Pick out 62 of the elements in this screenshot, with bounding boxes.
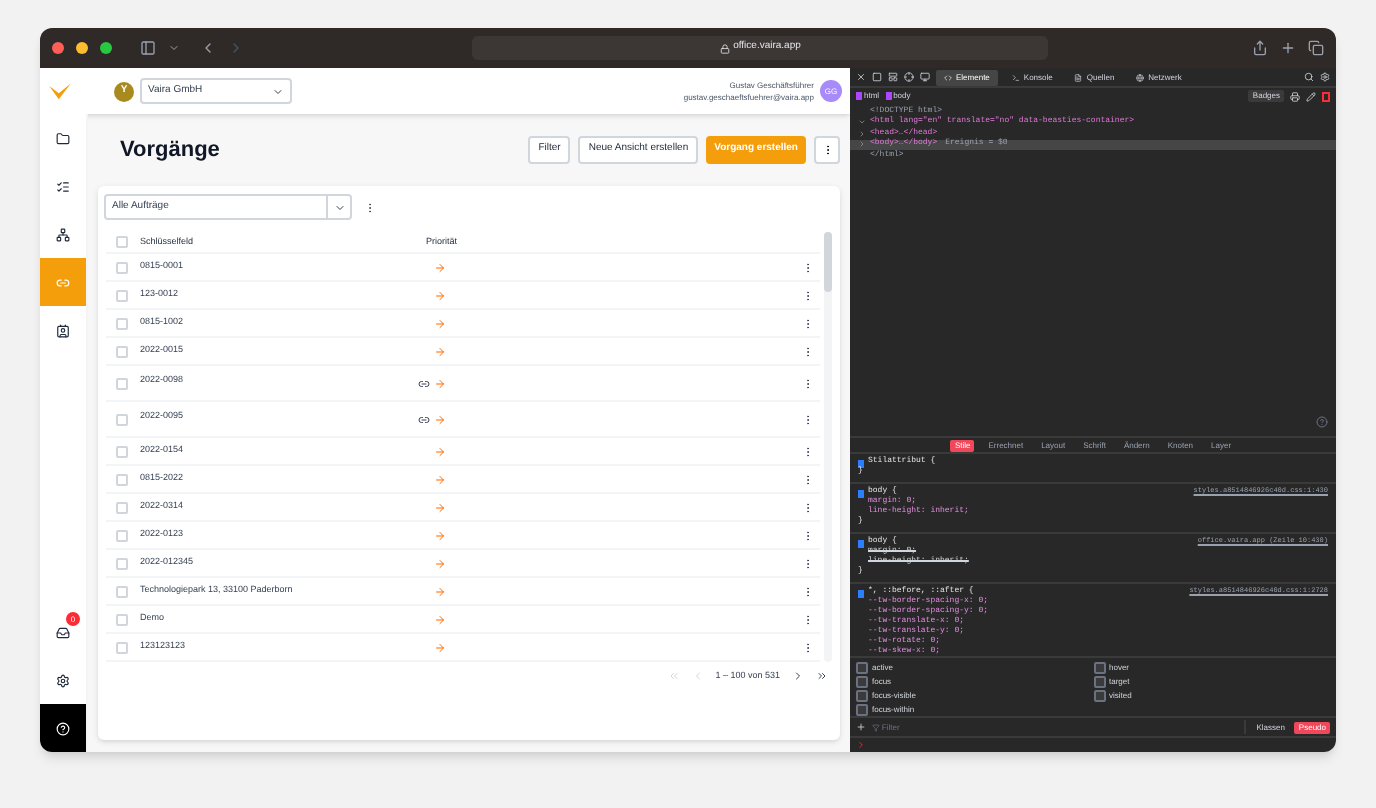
print-icon[interactable] (1290, 91, 1300, 101)
pencil-icon[interactable] (1306, 91, 1316, 101)
arrow-right-icon (434, 261, 446, 273)
help-icon[interactable] (1316, 416, 1328, 428)
tabs-overview-icon[interactable] (1308, 40, 1324, 56)
arrow-right-icon (434, 613, 446, 625)
arrow-right-icon (434, 317, 446, 329)
sidebar-item-icon (56, 323, 70, 337)
close-window-button[interactable] (52, 42, 64, 54)
checkbox[interactable] (856, 662, 868, 674)
checkbox[interactable] (1093, 676, 1105, 688)
checkmark-logo-icon (48, 81, 72, 101)
checkbox[interactable] (856, 676, 868, 688)
sidebar-item-icon (56, 179, 70, 193)
monitor-icon[interactable] (920, 72, 930, 82)
next-page-icon[interactable] (792, 670, 804, 682)
sidebar-item-icon (56, 131, 70, 145)
console-prompt-icon[interactable] (856, 740, 866, 750)
checkbox[interactable] (1093, 690, 1105, 702)
tab-icon (944, 73, 952, 81)
arrow-right-icon (434, 529, 446, 541)
arrow-right-icon (434, 641, 446, 653)
new-tab-icon[interactable] (1280, 40, 1296, 56)
arrow-right-icon (434, 345, 446, 357)
minimize-window-button[interactable] (76, 42, 88, 54)
element-picker-icon[interactable] (904, 72, 914, 82)
arrow-right-icon (434, 377, 446, 389)
checkbox[interactable] (856, 690, 868, 702)
checkbox[interactable] (1093, 662, 1105, 674)
back-icon[interactable] (200, 40, 216, 56)
zoom-window-button[interactable] (100, 42, 112, 54)
chevron-down-icon[interactable] (168, 42, 180, 54)
sidebar-item-icon (56, 275, 70, 289)
arrow-right-icon (434, 557, 446, 569)
page-title: Vorgänge (120, 135, 220, 166)
checkbox[interactable] (856, 704, 868, 716)
tab-icon (1011, 73, 1020, 81)
sidebar-item-icon (56, 673, 70, 687)
sidebar-item[interactable] (40, 704, 86, 752)
share-icon[interactable] (1252, 40, 1268, 56)
search-icon[interactable] (1304, 72, 1314, 82)
add-rule-icon[interactable] (856, 722, 866, 732)
lock-icon (719, 43, 730, 53)
filter-icon (872, 723, 880, 731)
tab-icon (1074, 73, 1083, 81)
box-model-icon[interactable] (1322, 91, 1330, 101)
arrow-right-icon (434, 413, 446, 425)
arrow-right-icon (434, 585, 446, 597)
sidebar-toggle-icon[interactable] (140, 40, 156, 56)
arrow-right-icon (434, 473, 446, 485)
sidebar-item-icon (56, 625, 70, 639)
settings-icon[interactable] (1320, 72, 1330, 82)
last-page-icon[interactable] (816, 670, 828, 682)
chevron-down-icon (272, 85, 284, 97)
layout-icon[interactable] (888, 72, 898, 82)
chevron-down-icon (333, 201, 345, 213)
tab-icon (1136, 73, 1145, 81)
arrow-right-icon (434, 445, 446, 457)
arrow-right-icon (434, 501, 446, 513)
arrow-right-icon (434, 289, 446, 301)
sidebar-item-icon (56, 227, 70, 241)
sidebar-item-icon (56, 721, 70, 735)
